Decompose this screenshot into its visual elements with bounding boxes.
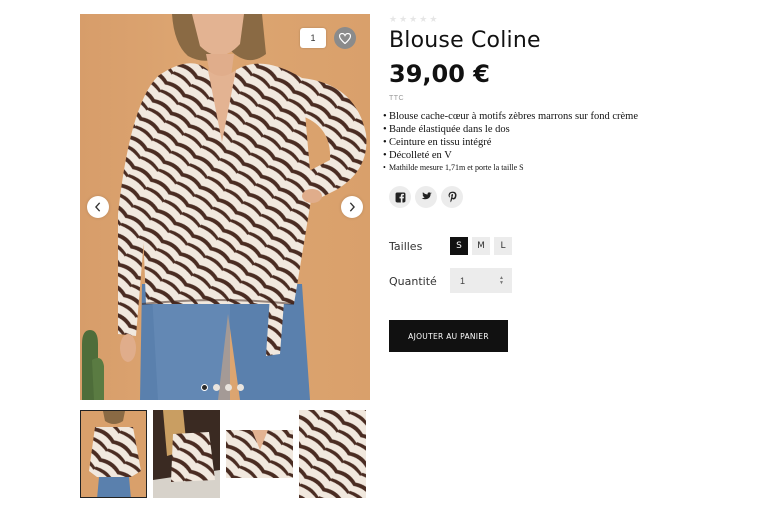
- quantity-decrease-icon[interactable]: ▼: [499, 280, 504, 286]
- quantity-value: 1: [460, 275, 466, 286]
- feature-item: Mathilde mesure 1,71m et porte la taille…: [383, 162, 638, 173]
- heart-icon: [339, 32, 351, 44]
- facebook-icon: [395, 192, 405, 202]
- sizes-label: Tailles: [389, 240, 423, 253]
- product-price: 39,00 €: [389, 60, 490, 88]
- chevron-right-icon: [349, 202, 355, 212]
- feature-item: Ceinture en tissu intégré: [383, 136, 638, 149]
- gallery-dot-2[interactable]: [213, 384, 220, 391]
- gallery-pagination: [201, 384, 244, 391]
- wishlist-count-badge: 1: [300, 28, 326, 48]
- thumbnail-image: [299, 410, 366, 498]
- share-twitter-button[interactable]: [415, 186, 437, 208]
- thumbnail-3[interactable]: [226, 410, 293, 498]
- gallery-next-button[interactable]: [341, 196, 363, 218]
- thumbnail-1[interactable]: [80, 410, 147, 498]
- feature-item: Bande élastiquée dans le dos: [383, 123, 638, 136]
- product-features: Blouse cache-cœur à motifs zèbres marron…: [383, 110, 638, 173]
- product-title: Blouse Coline: [389, 28, 541, 53]
- social-share: [389, 186, 463, 208]
- thumbnail-4[interactable]: [299, 410, 366, 498]
- thumbnail-image: [226, 410, 293, 498]
- thumbnail-2[interactable]: [153, 410, 220, 498]
- quantity-stepper[interactable]: 1 ▲ ▼: [450, 268, 512, 293]
- size-option-m[interactable]: M: [472, 237, 490, 255]
- rating-stars: ★ ★ ★ ★ ★: [389, 15, 437, 24]
- chevron-left-icon: [95, 202, 101, 212]
- tax-label: TTC: [389, 95, 405, 102]
- size-option-s[interactable]: S: [450, 237, 468, 255]
- quantity-label: Quantité: [389, 275, 437, 288]
- wishlist-button[interactable]: [334, 27, 356, 49]
- pinterest-icon: [448, 191, 456, 203]
- star-icon: ★: [419, 14, 428, 24]
- gallery-dot-4[interactable]: [237, 384, 244, 391]
- product-main-image[interactable]: [80, 14, 370, 400]
- thumbnail-image: [153, 410, 220, 498]
- quantity-arrows: ▲ ▼: [499, 275, 504, 286]
- size-option-l[interactable]: L: [494, 237, 512, 255]
- gallery-prev-button[interactable]: [87, 196, 109, 218]
- thumbnail-image: [81, 411, 146, 497]
- size-selector: S M L: [450, 237, 512, 255]
- twitter-icon: [421, 192, 432, 200]
- share-pinterest-button[interactable]: [441, 186, 463, 208]
- star-icon: ★: [429, 14, 438, 24]
- gallery-dot-1[interactable]: [201, 384, 208, 391]
- share-facebook-button[interactable]: [389, 186, 411, 208]
- feature-item: Décolleté en V: [383, 149, 638, 162]
- add-to-cart-button[interactable]: AJOUTER AU PANIER: [389, 320, 508, 352]
- feature-item: Blouse cache-cœur à motifs zèbres marron…: [383, 110, 638, 123]
- star-icon: ★: [409, 14, 418, 24]
- gallery-dot-3[interactable]: [225, 384, 232, 391]
- star-icon: ★: [399, 14, 408, 24]
- star-icon: ★: [389, 14, 398, 24]
- product-photo-art: [82, 14, 367, 400]
